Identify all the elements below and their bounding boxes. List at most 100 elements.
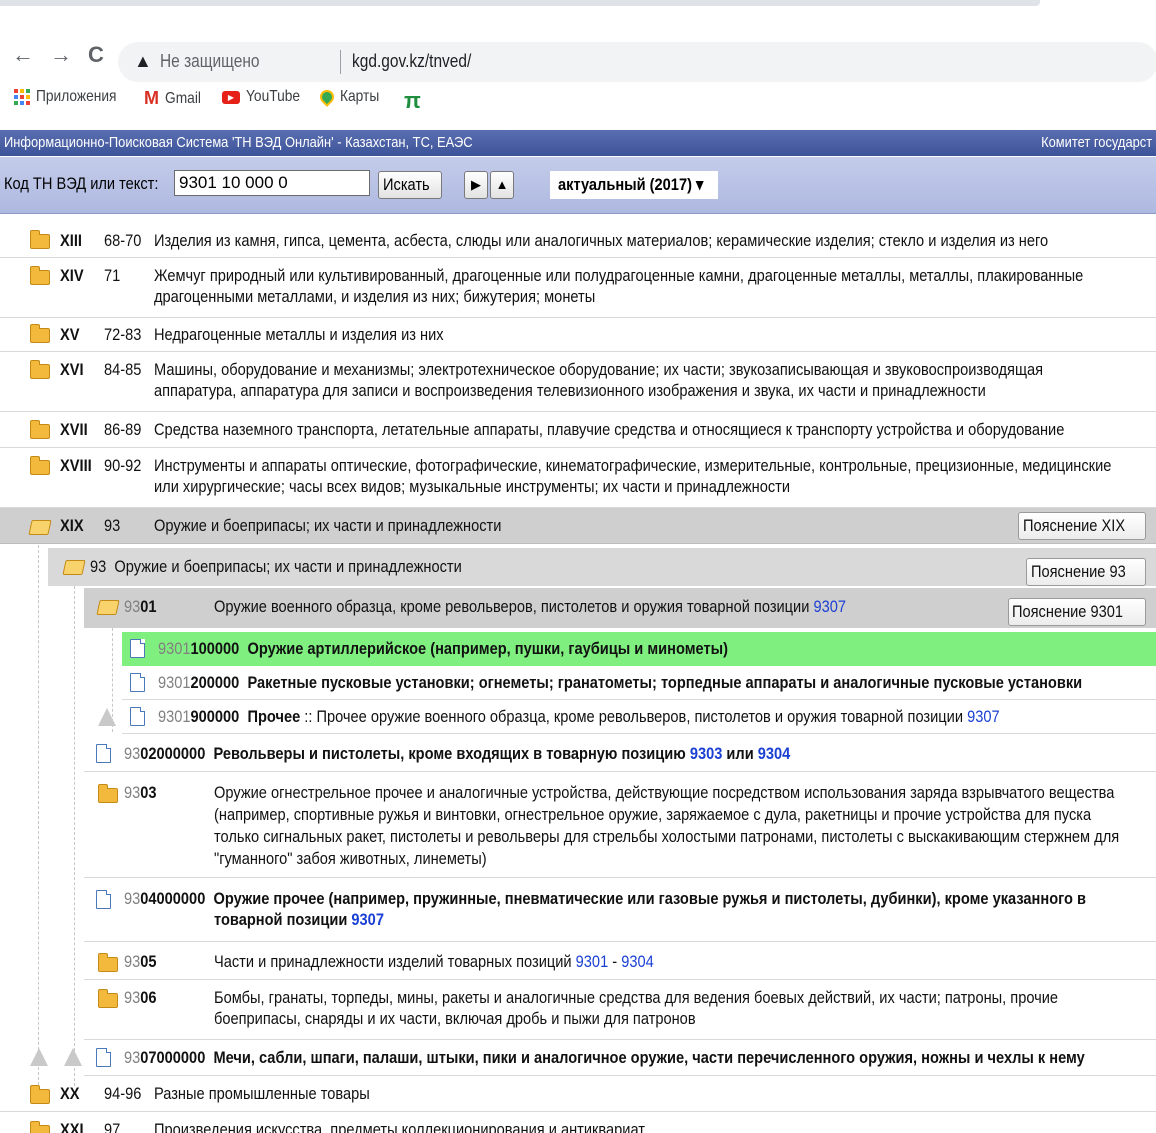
section-row-xiii[interactable]: XIII 68-70 Изделия из камня, гипса, цеме… (0, 224, 1156, 258)
explanation-93-button[interactable]: Пояснение 93 (1026, 558, 1146, 586)
search-input[interactable] (174, 170, 370, 196)
collapse-triangle-icon[interactable] (98, 708, 116, 726)
site-right-title[interactable]: Комитет государст (1023, 134, 1152, 151)
site-header: Информационно-Поисковая Система 'ТН ВЭД … (0, 130, 1156, 156)
heading-text-line4: "гуманного" забоя животных, линеметы) (214, 849, 487, 868)
link-9304[interactable]: 9304 (621, 952, 654, 971)
section-range: 68-70 (104, 231, 142, 250)
reload-icon[interactable]: C (88, 42, 104, 68)
bookmark-gmail[interactable]: M Gmail (144, 88, 207, 109)
heading-row-9301[interactable]: 9301 Оружие военного образца, кроме рево… (84, 588, 1156, 628)
section-row-xix[interactable]: XIX 93 Оружие и боеприпасы; их части и п… (0, 508, 1156, 544)
item-row-9307000000[interactable]: 9307000000 Мечи, сабли, шпаги, палаши, ш… (84, 1040, 1156, 1076)
section-text: Недрагоценные металлы и изделия из них (154, 325, 444, 344)
forward-icon[interactable]: → (50, 42, 72, 68)
folder-icon (30, 360, 50, 379)
item-row-9301900000[interactable]: 9301900000 Прочее :: Прочее оружие военн… (122, 700, 1156, 734)
up-button[interactable]: ▲ (490, 171, 514, 199)
gmail-icon: M (144, 88, 159, 108)
item-text: 9301100000 Оружие артиллерийское (наприм… (158, 639, 728, 658)
bookmark-gmail-label: Gmail (165, 89, 201, 107)
search-label: Код ТН ВЭД или текст: (4, 174, 159, 193)
bookmark-youtube[interactable]: ▶ YouTube (222, 88, 309, 106)
document-icon (96, 1048, 111, 1067)
section-range: 72-83 (104, 325, 142, 344)
section-row-xv[interactable]: XV 72-83 Недрагоценные металлы и изделия… (0, 318, 1156, 352)
section-range: 86-89 (104, 420, 142, 439)
section-text: Машины, оборудование и механизмы; электр… (154, 360, 1044, 379)
link-9304[interactable]: 9304 (758, 744, 791, 763)
section-code: XVII (60, 420, 88, 439)
section-text: Произведения искусства, предметы коллекц… (154, 1120, 645, 1133)
document-icon (96, 890, 111, 909)
document-icon (130, 639, 145, 658)
item-row-9301100000[interactable]: 9301100000 Оружие артиллерийское (наприм… (122, 632, 1156, 666)
heading-code: 9301 (124, 597, 157, 616)
heading-code: 9305 (124, 952, 157, 971)
section-row-xxi[interactable]: XXI 97 Произведения искусства, предметы … (0, 1112, 1156, 1133)
heading-row-9305[interactable]: 9305 Части и принадлежности изделий това… (84, 944, 1156, 980)
version-select[interactable]: актуальный (2017) ▾ (550, 171, 718, 199)
heading-code: 9303 (124, 783, 157, 802)
folder-icon (98, 989, 118, 1008)
item-text: 9301200000 Ракетные пусковые установки; … (158, 673, 1083, 692)
folder-icon (30, 1121, 50, 1133)
link-9301[interactable]: 9301 (576, 952, 609, 971)
heading-text-line1: Оружие огнестрельное прочее и аналогичны… (214, 783, 1115, 802)
explanation-9301-button[interactable]: Пояснение 9301 (1008, 598, 1146, 626)
back-icon[interactable]: ← (12, 42, 34, 68)
group-row-93[interactable]: 93 Оружие и боеприпасы; их части и прина… (48, 548, 1156, 586)
explanation-xix-button[interactable]: Пояснение XIX (1018, 512, 1146, 540)
heading-text-line3: только сигнальных ракет, пистолеты и рев… (214, 827, 1120, 846)
heading-code: 9306 (124, 988, 157, 1007)
bookmark-maps-label: Карты (340, 88, 380, 105)
item-row-9304000000[interactable]: 9304000000 Оружие прочее (например, пруж… (84, 880, 1156, 942)
apps-grid-icon (14, 89, 30, 105)
collapse-triangle-icon[interactable] (30, 1048, 48, 1066)
link-9307[interactable]: 9307 (351, 910, 384, 929)
section-range: 93 (104, 516, 121, 535)
url-text[interactable]: kgd.gov.kz/tnved/ (352, 51, 471, 72)
bookmark-apps[interactable]: Приложения (14, 88, 130, 106)
section-code: XVIII (60, 456, 92, 475)
document-icon (96, 744, 111, 763)
item-row-9301200000[interactable]: 9301200000 Ракетные пусковые установки; … (122, 666, 1156, 700)
open-folder-icon (28, 520, 52, 535)
section-row-xx[interactable]: XX 94-96 Разные промышленные товары (0, 1076, 1156, 1112)
folder-icon (98, 784, 118, 803)
section-row-xvii[interactable]: XVII 86-89 Средства наземного транспорта… (0, 412, 1156, 448)
folder-icon (30, 1085, 50, 1104)
document-icon (130, 707, 145, 726)
bookmark-pi[interactable]: π (404, 88, 421, 114)
section-text: Инструменты и аппараты оптические, фотог… (154, 456, 1112, 475)
search-button[interactable]: Искать (378, 171, 442, 199)
section-text-line2: драгоценными металлами, и изделия из них… (154, 287, 596, 306)
section-row-xviii[interactable]: XVIII 90-92 Инструменты и аппараты оптич… (0, 448, 1156, 508)
folder-icon (30, 420, 50, 439)
section-text-line2: или хирургические; часы всех видов; музы… (154, 477, 791, 496)
section-range: 84-85 (104, 360, 142, 379)
bookmarks-bar: Приложения M Gmail ▶ YouTube Карты π (0, 80, 1156, 116)
folder-icon (30, 456, 50, 475)
link-9303[interactable]: 9303 (690, 744, 723, 763)
bookmark-youtube-label: YouTube (246, 88, 301, 105)
open-folder-icon (62, 560, 86, 575)
collapse-triangle-icon[interactable] (64, 1048, 82, 1066)
link-9307[interactable]: 9307 (967, 707, 1000, 726)
heading-text-line2: боеприпасы, снаряды и их части, включая … (214, 1009, 696, 1028)
item-text: 9302000000 Револьверы и пистолеты, кроме… (124, 744, 791, 763)
omnibox[interactable]: ▲ Не защищено kgd.gov.kz/tnved/ (118, 42, 1156, 82)
heading-row-9303[interactable]: 9303 Оружие огнестрельное прочее и анало… (84, 774, 1156, 878)
next-button[interactable]: ▶ (464, 171, 488, 199)
not-secure-label[interactable]: Не защищено (160, 51, 260, 72)
item-row-9302000000[interactable]: 9302000000 Револьверы и пистолеты, кроме… (84, 736, 1156, 772)
heading-row-9306[interactable]: 9306 Бомбы, гранаты, торпеды, мины, раке… (84, 980, 1156, 1040)
section-row-xiv[interactable]: XIV 71 Жемчуг природный или культивирова… (0, 258, 1156, 318)
item-text: 9307000000 Мечи, сабли, шпаги, палаши, ш… (124, 1048, 1085, 1067)
warning-icon[interactable]: ▲ (134, 51, 152, 72)
link-9307[interactable]: 9307 (813, 597, 846, 616)
bookmark-maps[interactable]: Карты (317, 87, 386, 107)
section-row-xvi[interactable]: XVI 84-85 Машины, оборудование и механиз… (0, 352, 1156, 412)
window-top-edge (0, 0, 1040, 6)
section-range: 71 (104, 266, 121, 285)
